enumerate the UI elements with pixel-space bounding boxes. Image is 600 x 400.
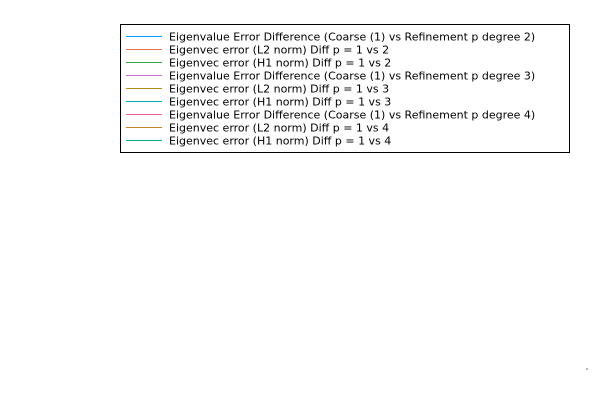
legend-item: Eigenvalue Error Difference (Coarse (1) … [126,31,535,44]
legend-label: Eigenvalue Error Difference (Coarse (1) … [169,109,535,122]
legend-label: Eigenvec error (H1 norm) Diff p = 1 vs 3 [169,96,391,109]
legend-item: Eigenvalue Error Difference (Coarse (1) … [126,109,535,122]
legend-label: Eigenvalue Error Difference (Coarse (1) … [169,70,535,83]
stray-point-marker [586,368,588,370]
legend-label: Eigenvalue Error Difference (Coarse (1) … [169,31,535,44]
legend-label: Eigenvec error (H1 norm) Diff p = 1 vs 4 [169,135,391,148]
legend-label: Eigenvec error (L2 norm) Diff p = 1 vs 3 [169,83,389,96]
legend: Eigenvalue Error Difference (Coarse (1) … [120,24,570,153]
legend-label: Eigenvec error (H1 norm) Diff p = 1 vs 2 [169,57,391,70]
legend-label: Eigenvec error (L2 norm) Diff p = 1 vs 4 [169,122,389,135]
legend-label: Eigenvec error (L2 norm) Diff p = 1 vs 2 [169,44,389,57]
chart-canvas: Eigenvalue Error Difference (Coarse (1) … [0,0,600,400]
legend-item: Eigenvalue Error Difference (Coarse (1) … [126,70,535,83]
